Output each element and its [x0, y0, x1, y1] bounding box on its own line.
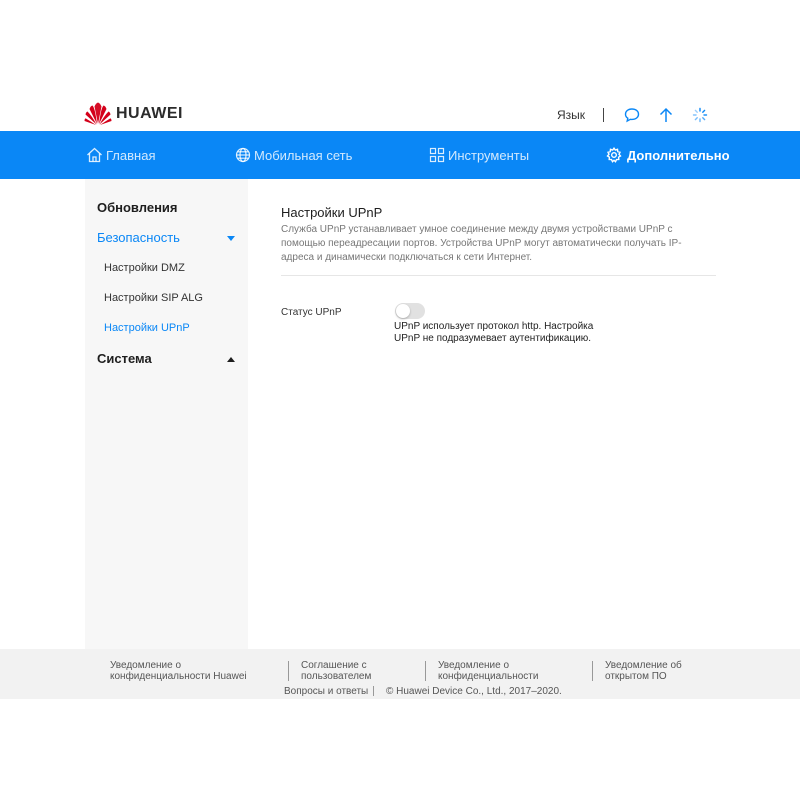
brand-name: HUAWEI — [116, 105, 183, 122]
section-divider — [281, 275, 716, 276]
message-icon[interactable] — [622, 105, 642, 125]
sidebar: Обновления Безопасность Настройки DMZ На… — [85, 179, 248, 649]
upnp-note: UPnP использует протокол http. Настройка… — [394, 321, 594, 344]
nav-item-advanced[interactable]: Дополнительно — [606, 131, 730, 179]
gear-icon — [606, 147, 622, 163]
footer: Уведомление о конфиденциальности Huawei … — [0, 649, 800, 699]
footer-copyright: © Huawei Device Co., Ltd., 2017–2020. — [386, 686, 562, 697]
main-content: Настройки UPnP Служба UPnP устанавливает… — [248, 179, 800, 649]
sidebar-group-security[interactable]: Безопасность — [97, 230, 180, 245]
footer-link-user-agreement[interactable]: Соглашение с пользователем — [301, 660, 411, 682]
loading-spinner-icon — [690, 105, 710, 125]
header: HUAWEI Язык — [0, 0, 800, 131]
huawei-logo[interactable]: HUAWEI — [84, 102, 183, 126]
nav-item-label: Главная — [106, 147, 156, 163]
footer-divider — [592, 661, 593, 681]
update-arrow-icon[interactable] — [656, 105, 676, 125]
footer-link-faq[interactable]: Вопросы и ответы — [284, 686, 368, 697]
footer-link-open-source[interactable]: Уведомление об открытом ПО — [605, 660, 695, 682]
chevron-down-icon[interactable] — [227, 236, 235, 241]
page-description: Служба UPnP устанавливает умное соединен… — [281, 224, 682, 263]
sidebar-item-upnp[interactable]: Настройки UPnP — [104, 322, 190, 334]
sidebar-group-updates[interactable]: Обновления — [97, 200, 178, 215]
nav-item-tools[interactable]: Инструменты — [429, 131, 529, 179]
nav-item-home[interactable]: Главная — [86, 131, 155, 179]
sidebar-item-dmz[interactable]: Настройки DMZ — [104, 262, 185, 274]
nav-item-label: Дополнительно — [627, 147, 730, 163]
header-toolbar: Язык — [557, 104, 710, 126]
nav-item-mobile-network[interactable]: Мобильная сеть — [235, 131, 352, 179]
footer-divider — [425, 661, 426, 681]
nav-item-label: Мобильная сеть — [254, 147, 353, 163]
footer-divider — [288, 661, 289, 681]
language-selector[interactable]: Язык — [557, 108, 585, 122]
sidebar-group-system[interactable]: Система — [97, 351, 152, 366]
upnp-status-label: Статус UPnP — [281, 307, 342, 318]
main-nav-bar: Главная Мобильная сеть Инструменты Допол… — [0, 131, 800, 179]
huawei-flower-icon — [84, 102, 112, 125]
footer-link-huawei-privacy[interactable]: Уведомление о конфиденциальности Huawei — [110, 660, 275, 682]
chevron-up-icon[interactable] — [227, 357, 235, 362]
tools-grid-icon — [429, 147, 445, 163]
globe-icon — [235, 147, 251, 163]
sidebar-item-sip-alg[interactable]: Настройки SIP ALG — [104, 292, 203, 304]
footer-link-privacy[interactable]: Уведомление о конфиденциальности — [438, 660, 558, 682]
home-icon — [87, 147, 102, 163]
page-title: Настройки UPnP — [281, 205, 383, 220]
nav-item-label: Инструменты — [448, 147, 530, 163]
toggle-knob — [396, 304, 410, 318]
footer-divider — [373, 686, 374, 696]
upnp-status-toggle[interactable] — [395, 303, 425, 319]
header-divider — [603, 108, 604, 122]
